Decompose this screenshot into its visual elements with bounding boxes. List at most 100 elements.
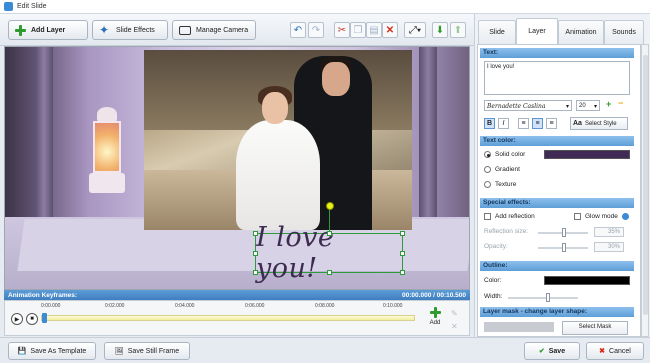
slider-knob[interactable] xyxy=(562,243,566,252)
gradient-option[interactable]: Gradient xyxy=(484,166,520,173)
ruler-tick: 0:02.000 xyxy=(105,303,125,309)
keyframe-track[interactable] xyxy=(41,315,415,321)
radio-selected xyxy=(484,151,491,158)
slider-knob[interactable] xyxy=(562,228,566,237)
copy-button[interactable]: ❐ xyxy=(350,22,366,38)
cancel-label: Cancel xyxy=(609,347,631,355)
resize-handle[interactable] xyxy=(400,251,405,256)
time-ruler: 0:00.000 0:02.000 0:04.000 0:06.000 0:08… xyxy=(41,303,415,311)
bold-icon: B xyxy=(486,120,493,127)
align-left-button[interactable]: ≡ xyxy=(518,118,529,129)
slide-canvas[interactable]: I love you! xyxy=(4,46,470,290)
slider-knob[interactable] xyxy=(546,293,550,302)
fit-dropdown-button[interactable]: ⤢▾ xyxy=(404,22,426,38)
plus-icon xyxy=(15,24,26,36)
add-reflection-checkbox[interactable]: Add reflection xyxy=(484,213,535,220)
save-template-label: Save As Template xyxy=(30,347,87,355)
help-icon[interactable] xyxy=(621,213,629,220)
redo-button[interactable]: ↷ xyxy=(308,22,324,38)
tab-layer[interactable]: Layer xyxy=(516,18,558,44)
edit-keyframe-icon[interactable]: ✎ xyxy=(451,309,458,318)
outline-width-row: Width: xyxy=(484,293,502,300)
text-input[interactable]: I love you! xyxy=(484,61,630,95)
slide-effects-label: Slide Effects xyxy=(116,26,155,34)
align-center-button[interactable]: ≡ xyxy=(532,118,543,129)
font-size-select[interactable]: 20 ▾ xyxy=(576,100,600,111)
undo-button[interactable]: ↶ xyxy=(290,22,306,38)
bottom-bar: 💾 Save As Template 🖼 Save Still Frame ✔ … xyxy=(0,337,650,363)
solid-color-swatch[interactable] xyxy=(544,150,630,159)
bold-button[interactable]: B xyxy=(484,118,495,129)
italic-button[interactable]: I xyxy=(498,118,509,129)
texture-option[interactable]: Texture xyxy=(484,181,516,188)
move-up-button[interactable]: ⬆ xyxy=(450,22,466,38)
align-center-icon: ≡ xyxy=(535,120,540,127)
save-button[interactable]: ✔ Save xyxy=(524,342,580,360)
resize-handle[interactable] xyxy=(327,270,332,275)
add-layer-label: Add Layer xyxy=(31,26,66,34)
resize-handle[interactable] xyxy=(253,270,258,275)
add-layer-button[interactable]: Add Layer xyxy=(8,20,88,40)
stop-icon: ■ xyxy=(30,316,34,322)
play-button[interactable]: ▶ xyxy=(11,313,23,325)
resize-handle[interactable] xyxy=(253,251,258,256)
solid-color-option[interactable]: Solid color xyxy=(484,151,525,158)
ruler-tick: 0:10.000 xyxy=(383,303,403,309)
reflection-size-slider[interactable] xyxy=(538,228,588,237)
outline-color-swatch[interactable] xyxy=(544,276,630,285)
delete-button[interactable]: ✕ xyxy=(382,22,398,38)
lantern-decoration xyxy=(87,107,127,202)
manage-camera-button[interactable]: Manage Camera xyxy=(172,20,256,40)
outline-width-label: Width: xyxy=(484,293,503,300)
keyframe-marker[interactable] xyxy=(42,313,47,323)
tab-slide[interactable]: Slide xyxy=(478,20,516,44)
resize-handle[interactable] xyxy=(400,270,405,275)
slide-effects-button[interactable]: ✦ Slide Effects xyxy=(92,20,168,40)
cancel-button[interactable]: ✖ Cancel xyxy=(586,342,644,360)
keyframe-timeline[interactable]: ▶ ■ 0:00.000 0:02.000 0:04.000 0:06.000 … xyxy=(4,300,470,336)
save-as-template-button[interactable]: 💾 Save As Template xyxy=(8,342,96,360)
keyframes-label: Animation Keyframes: xyxy=(8,291,77,299)
reflection-size-spin[interactable]: 35% xyxy=(594,227,624,237)
add-keyframe-button[interactable]: Add xyxy=(425,307,445,333)
outline-color-row: Color: xyxy=(484,277,501,284)
move-down-button[interactable]: ⬇ xyxy=(432,22,448,38)
resize-handle[interactable] xyxy=(400,231,405,236)
opacity-slider[interactable] xyxy=(538,243,588,252)
panel-scrollbar[interactable] xyxy=(641,44,649,337)
check-icon: ✔ xyxy=(538,348,545,355)
select-style-button[interactable]: Aa Select Style xyxy=(570,117,628,130)
select-mask-button[interactable]: Select Mask xyxy=(562,321,628,335)
outline-width-slider[interactable] xyxy=(508,293,578,302)
checkbox xyxy=(484,213,491,220)
rotation-handle[interactable] xyxy=(326,202,334,210)
chevron-down-icon: ▾ xyxy=(593,104,597,110)
chevron-down-icon: ▾ xyxy=(565,103,569,110)
text-layer[interactable]: I love you! xyxy=(253,222,405,284)
align-right-button[interactable]: ≡ xyxy=(546,118,557,129)
select-style-label: Select Style xyxy=(584,120,617,127)
opacity-spin[interactable]: 30% xyxy=(594,242,624,252)
save-still-frame-button[interactable]: 🖼 Save Still Frame xyxy=(104,342,190,360)
font-size-value: 20 xyxy=(579,103,586,109)
window-titlebar: Edit Slide xyxy=(0,0,650,14)
arrow-up-icon: ⬆ xyxy=(453,24,463,36)
cut-button[interactable]: ✂ xyxy=(334,22,350,38)
increase-font-icon[interactable]: + xyxy=(606,99,611,109)
stop-button[interactable]: ■ xyxy=(26,313,38,325)
copy-icon: ❐ xyxy=(353,24,363,36)
ruler-tick: 0:06.000 xyxy=(245,303,265,309)
glow-mode-checkbox[interactable]: Glow mode xyxy=(574,213,629,220)
paste-button[interactable]: ▤ xyxy=(366,22,382,38)
scrollbar-thumb[interactable] xyxy=(643,55,648,315)
decrease-font-icon[interactable]: − xyxy=(618,98,623,108)
paste-icon: ▤ xyxy=(369,24,379,36)
resize-handle[interactable] xyxy=(327,231,332,236)
tab-sounds[interactable]: Sounds xyxy=(604,20,644,44)
delete-keyframe-icon[interactable]: ✕ xyxy=(451,322,458,331)
scissors-icon: ✂ xyxy=(337,24,347,36)
font-select[interactable]: Bernadette Caslina ▾ xyxy=(484,100,572,111)
photo-layer[interactable] xyxy=(144,50,412,230)
tab-animation[interactable]: Animation xyxy=(558,20,604,44)
resize-handle[interactable] xyxy=(253,231,258,236)
